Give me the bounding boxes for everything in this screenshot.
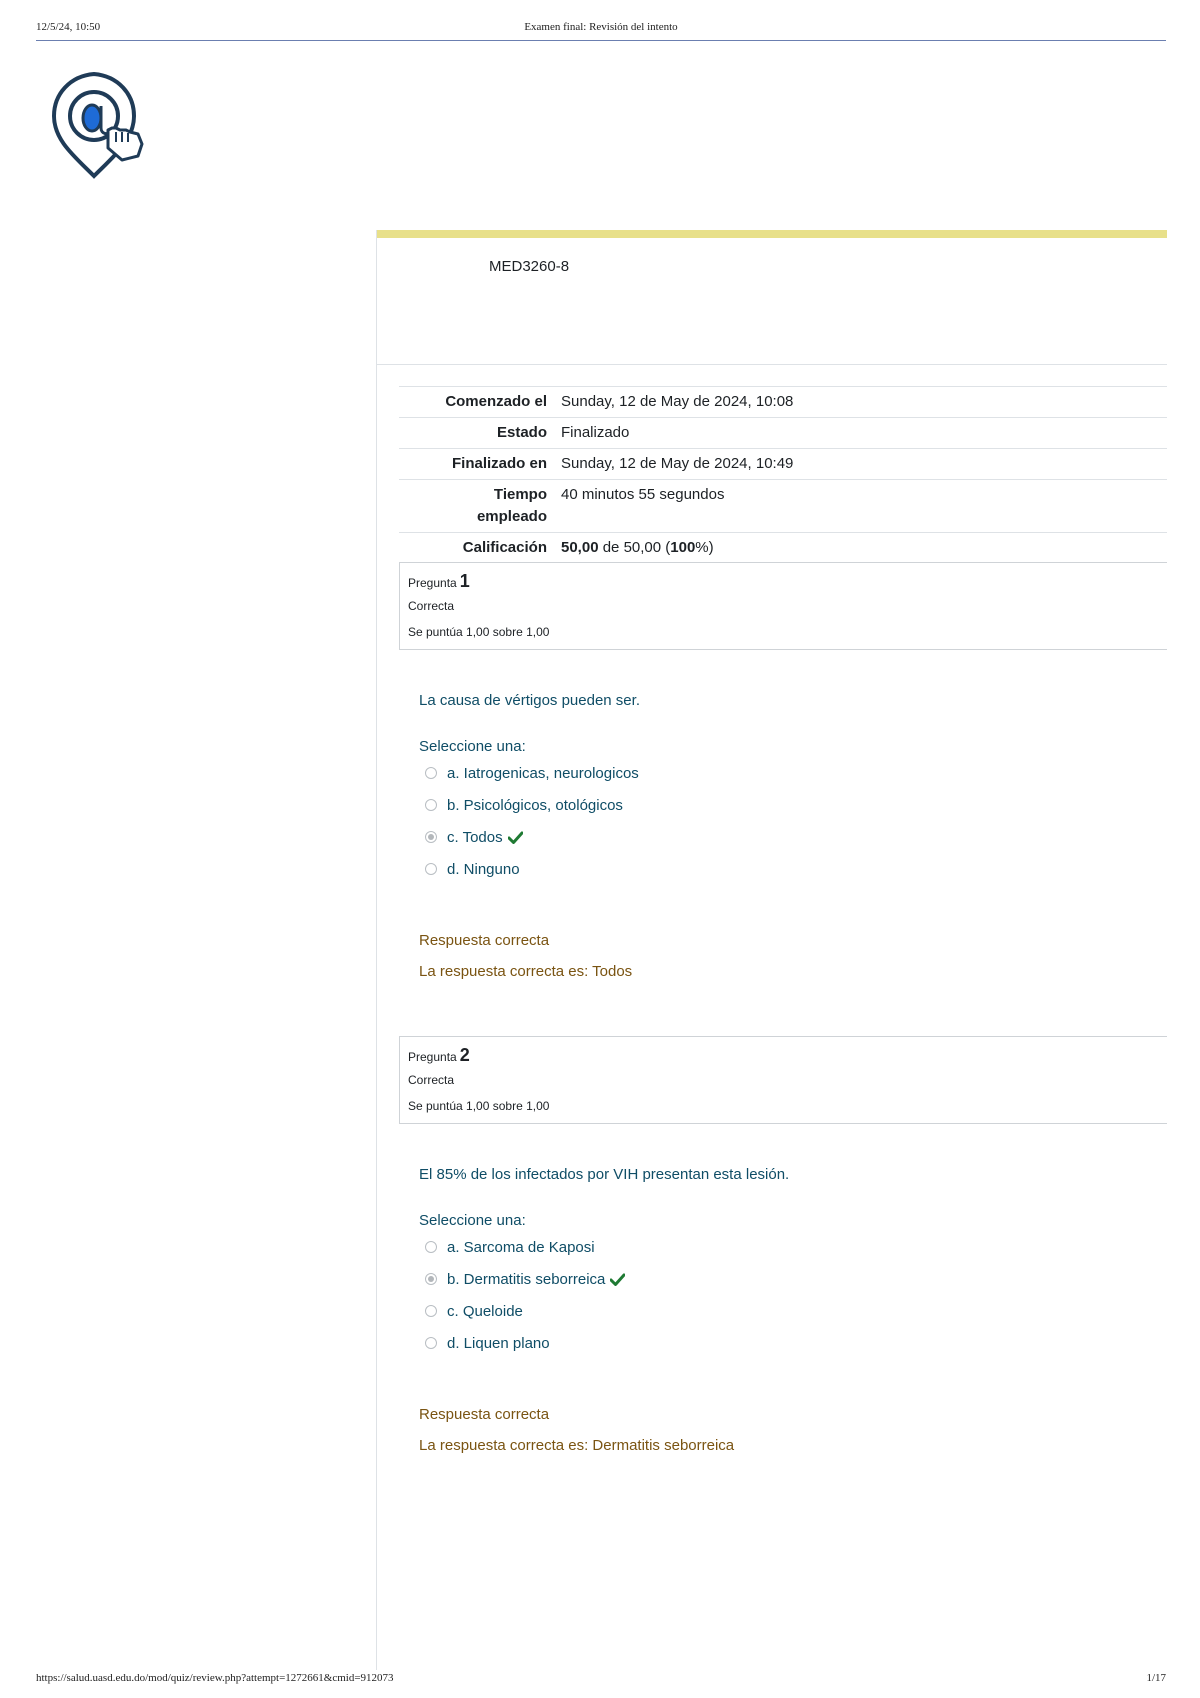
summary-row-started: Comenzado el Sunday, 12 de May de 2024, … (399, 386, 1167, 418)
answer-option[interactable]: c. Todos (425, 826, 523, 848)
at-sign-hand-pointer-logo-icon (51, 71, 144, 179)
summary-label-line: empleado (476, 508, 547, 525)
summary-value: 40 minutos 55 segundos (561, 486, 725, 503)
option-label: a. Iatrogenicas, neurologicos (447, 764, 639, 782)
right-answer-text: La respuesta correcta es: Dermatitis seb… (419, 1437, 735, 1454)
check-icon (507, 831, 523, 844)
summary-value: Sunday, 12 de May de 2024, 10:08 (561, 393, 794, 410)
answer-option[interactable]: c. Queloide (425, 1300, 523, 1322)
question-state: Correcta (408, 1073, 455, 1087)
answer-option[interactable]: d. Ninguno (425, 858, 520, 880)
grade-percent: 100 (670, 539, 696, 556)
question-state: Correcta (408, 599, 455, 613)
summary-value: Finalizado (561, 424, 630, 441)
print-footer: https://salud.uasd.edu.do/mod/quiz/revie… (36, 1672, 1166, 1688)
option-label: c. Todos (447, 828, 503, 846)
question-label: Pregunta (408, 1050, 457, 1064)
option-label: d. Ninguno (447, 860, 520, 878)
site-logo[interactable] (50, 70, 150, 180)
option-label: b. Dermatitis seborreica (447, 1270, 606, 1288)
answer-option[interactable]: d. Liquen plano (425, 1332, 550, 1354)
right-answer-text: La respuesta correcta es: Todos (419, 963, 633, 980)
radio-button[interactable] (425, 1305, 437, 1317)
summary-row-grade: Calificación 50,00 de 50,00 (100%) (399, 532, 1167, 564)
summary-label: Tiempo empleado (399, 480, 561, 533)
answer-option[interactable]: b. Psicológicos, otológicos (425, 794, 623, 816)
summary-row-time: Tiempo empleado 40 minutos 55 segundos (399, 479, 1167, 533)
question-grade: Se puntúa 1,00 sobre 1,00 (408, 625, 550, 639)
radio-button[interactable] (425, 863, 437, 875)
summary-label: Estado (496, 424, 547, 441)
radio-button-selected[interactable] (425, 831, 437, 843)
summary-value: Sunday, 12 de May de 2024, 10:49 (561, 455, 794, 472)
print-title: Examen final: Revisión del intento (524, 21, 678, 33)
main-region: MED3260-8 Comenzado el Sunday, 12 de May… (376, 230, 1167, 1670)
radio-button[interactable] (425, 1241, 437, 1253)
summary-label-line: Tiempo (493, 486, 547, 503)
question-info-2: Pregunta 2 Correcta Se puntúa 1,00 sobre … (399, 1036, 1167, 1124)
answer-option[interactable]: a. Iatrogenicas, neurologicos (425, 762, 639, 784)
answer-option[interactable]: a. Sarcoma de Kaposi (425, 1236, 595, 1258)
print-url: https://salud.uasd.edu.do/mod/quiz/revie… (36, 1672, 394, 1684)
check-icon (610, 1273, 626, 1286)
question-number: Pregunta 1 (408, 571, 470, 592)
grade-percent-suffix: %) (695, 539, 714, 556)
course-name[interactable]: MED3260-8 (489, 258, 569, 275)
summary-row-state: Estado Finalizado (399, 417, 1167, 449)
print-header: 12/5/24, 10:50 Examen final: Revisión de… (36, 0, 1166, 41)
accent-bar (377, 230, 1167, 238)
feedback-text: Respuesta correcta (419, 1406, 550, 1423)
question-info-1: Pregunta 1 Correcta Se puntúa 1,00 sobre … (399, 562, 1167, 650)
question-grade: Se puntúa 1,00 sobre 1,00 (408, 1099, 550, 1113)
option-label: c. Queloide (447, 1302, 523, 1320)
summary-label: Finalizado en (451, 455, 547, 472)
question-text: La causa de vértigos pueden ser. (419, 692, 640, 709)
radio-button[interactable] (425, 767, 437, 779)
option-label: b. Psicológicos, otológicos (447, 796, 623, 814)
question-number: Pregunta 2 (408, 1045, 470, 1066)
radio-button-selected[interactable] (425, 1273, 437, 1285)
radio-button[interactable] (425, 1337, 437, 1349)
print-page-number: 1/17 (1146, 1672, 1166, 1684)
option-label: a. Sarcoma de Kaposi (447, 1238, 595, 1256)
divider (377, 364, 1167, 365)
summary-row-finished: Finalizado en Sunday, 12 de May de 2024,… (399, 448, 1167, 480)
question-label: Pregunta (408, 576, 457, 590)
feedback-text: Respuesta correcta (419, 932, 550, 949)
radio-button[interactable] (425, 799, 437, 811)
summary-label: Calificación (462, 539, 547, 556)
answer-option[interactable]: b. Dermatitis seborreica (425, 1268, 626, 1290)
option-label: d. Liquen plano (447, 1334, 550, 1352)
question-number-value: 1 (459, 571, 470, 591)
question-text: El 85% de los infectados por VIH present… (419, 1166, 790, 1183)
answer-prompt: Seleccione una: (419, 738, 526, 755)
grade-max: de 50,00 ( (598, 539, 671, 556)
attempt-summary-table: Comenzado el Sunday, 12 de May de 2024, … (399, 386, 1167, 563)
summary-value: 50,00 de 50,00 (100%) (561, 533, 1167, 564)
summary-label: Comenzado el (445, 393, 547, 410)
question-number-value: 2 (459, 1045, 470, 1065)
grade-points: 50,00 (561, 539, 599, 556)
answer-prompt: Seleccione una: (419, 1212, 526, 1229)
